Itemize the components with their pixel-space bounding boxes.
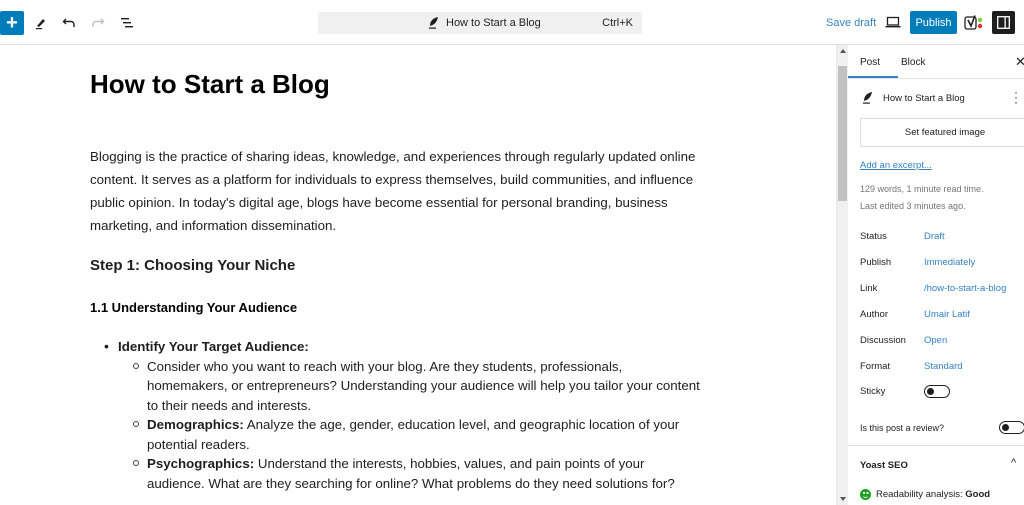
scrollbar-thumb[interactable] — [838, 66, 847, 201]
section-divider — [848, 445, 1024, 446]
close-icon[interactable]: ✕ — [1015, 54, 1024, 70]
feather-icon — [429, 17, 438, 29]
paragraph-block[interactable]: Blogging is the practice of sharing idea… — [90, 145, 700, 237]
command-bar-title: How to Start a Blog — [446, 17, 541, 29]
word-count-info: 129 words, 1 minute read time. — [860, 184, 984, 194]
preview-button[interactable] — [884, 13, 902, 31]
chevron-up-icon[interactable]: ^ — [1011, 457, 1016, 469]
plus-icon: + — [6, 12, 18, 34]
sidebar-toggle-icon — [997, 16, 1010, 29]
circle-bullet-icon — [133, 362, 139, 369]
permalink-link[interactable]: /how-to-start-a-blog — [924, 283, 1006, 294]
readability-value: Good — [965, 489, 991, 500]
link-row: Link /how-to-start-a-blog — [860, 283, 1024, 297]
status-label: Status — [860, 231, 887, 242]
list-item-label: Psychographics: — [147, 456, 255, 471]
list-view-icon — [121, 18, 133, 28]
sticky-label: Sticky — [860, 386, 886, 397]
review-toggle[interactable] — [999, 421, 1024, 434]
subheading-block[interactable]: 1.1 Understanding Your Audience — [90, 300, 297, 315]
status-value-link[interactable]: Draft — [924, 231, 945, 242]
save-draft-button[interactable]: Save draft — [826, 17, 876, 29]
feather-icon — [863, 92, 872, 104]
list-block[interactable]: Identify Your Target Audience: Consider … — [90, 337, 700, 493]
toggle-knob — [927, 387, 934, 395]
publish-label: Publish — [860, 257, 892, 268]
format-value-link[interactable]: Standard — [924, 361, 963, 372]
yoast-seo-panel-heading[interactable]: Yoast SEO — [860, 460, 908, 471]
heading-block[interactable]: Step 1: Choosing Your Niche — [90, 257, 295, 274]
sticky-row: Sticky — [860, 385, 1024, 400]
yoast-icon — [964, 15, 983, 30]
redo-button[interactable] — [86, 11, 110, 35]
add-excerpt-link[interactable]: Add an excerpt... — [860, 160, 932, 171]
editor-header: + How to Start a Blog Ctrl+K Save draft … — [0, 0, 1024, 45]
command-bar-shortcut: Ctrl+K — [602, 17, 633, 29]
author-row: Author Umair Latif — [860, 309, 1024, 323]
circle-bullet-icon — [133, 421, 139, 427]
list-item-label: Demographics: — [147, 417, 244, 432]
discussion-row: Discussion Open — [860, 335, 1024, 349]
undo-button[interactable] — [57, 11, 81, 35]
readability-analysis[interactable]: Readability analysis: Good — [860, 489, 990, 500]
yoast-button[interactable] — [964, 14, 986, 32]
list-item[interactable]: Demographics: Analyze the age, gender, e… — [90, 415, 700, 454]
list-item-text: Consider who you want to reach with your… — [147, 358, 700, 413]
command-palette-bar[interactable]: How to Start a Blog Ctrl+K — [318, 12, 642, 34]
status-row: Status Draft — [860, 231, 1024, 245]
publish-button[interactable]: Publish — [910, 11, 957, 34]
author-value-link[interactable]: Umair Latif — [924, 309, 970, 320]
redo-icon — [92, 18, 105, 27]
publish-row: Publish Immediately — [860, 257, 1024, 271]
post-title[interactable]: How to Start a Blog — [90, 69, 330, 100]
tab-post[interactable]: Post — [860, 57, 880, 68]
discussion-value-link[interactable]: Open — [924, 335, 947, 346]
tools-button[interactable] — [29, 11, 53, 35]
list-item-label: Identify Your Target Audience: — [118, 339, 309, 354]
undo-icon — [62, 18, 75, 27]
editor-canvas: How to Start a Blog Blogging is the prac… — [0, 45, 836, 505]
publish-value-link[interactable]: Immediately — [924, 257, 975, 268]
toggle-knob — [1002, 423, 1009, 431]
list-item[interactable]: Psychographics: Understand the interests… — [90, 454, 700, 493]
scroll-up-arrow-icon[interactable] — [840, 49, 846, 53]
format-label: Format — [860, 361, 891, 372]
link-label: Link — [860, 283, 878, 294]
tab-block[interactable]: Block — [901, 57, 925, 68]
settings-sidebar-toggle[interactable] — [992, 11, 1015, 34]
editor-scrollbar[interactable] — [836, 45, 848, 505]
document-overview-button[interactable] — [115, 11, 139, 35]
settings-sidebar: Post Block ✕ How to Start a Blog · · · Set… — [848, 45, 1024, 505]
list-item[interactable]: Identify Your Target Audience: — [90, 337, 700, 357]
readability-label: Readability analysis: — [876, 489, 963, 500]
set-featured-image-button[interactable]: Set featured image — [860, 118, 1024, 147]
active-tab-indicator — [848, 76, 898, 78]
review-question-label: Is this post a review? — [860, 423, 945, 433]
laptop-icon — [885, 16, 901, 28]
sticky-toggle[interactable] — [924, 385, 950, 398]
discussion-label: Discussion — [860, 335, 906, 346]
circle-bullet-icon — [133, 460, 139, 466]
pencil-icon — [36, 19, 45, 30]
last-edited-info: Last edited 3 minutes ago. — [860, 201, 966, 211]
author-label: Author — [860, 309, 888, 320]
scroll-down-arrow-icon[interactable] — [840, 497, 846, 501]
block-inserter-button[interactable]: + — [0, 11, 24, 35]
sidebar-tabs: Post Block ✕ — [848, 45, 1024, 79]
format-row: Format Standard — [860, 361, 1024, 375]
more-options-icon[interactable]: · · · — [1013, 86, 1019, 108]
list-item[interactable]: Consider who you want to reach with your… — [90, 357, 700, 416]
post-summary-title: How to Start a Blog — [883, 93, 965, 104]
smiley-good-icon — [860, 489, 871, 500]
